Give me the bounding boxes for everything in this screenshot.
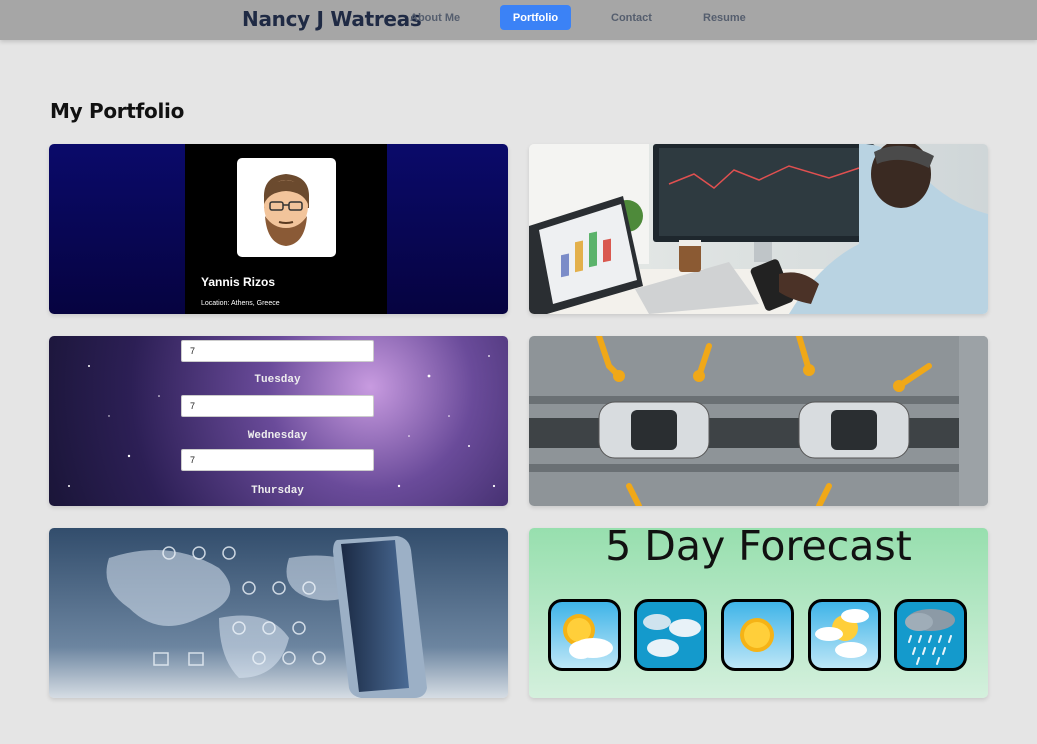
portfolio-card-profile[interactable]: Yannis Rizos Location: Athens, Greece — [49, 144, 508, 314]
avatar — [237, 158, 336, 257]
portfolio-card-analytics[interactable] — [529, 144, 988, 314]
planner-hour-input[interactable]: 7 — [181, 340, 374, 362]
planner-hour-input[interactable]: 7 — [181, 449, 374, 471]
profile-name: Yannis Rizos — [201, 275, 276, 289]
portfolio-card-planner[interactable]: 7 Tuesday 7 Wednesday 7 Thursday — [49, 336, 508, 506]
forecast-title: 5 Day Forecast — [605, 528, 912, 570]
sunny-cloud-icon — [548, 599, 621, 671]
nav-link-portfolio[interactable]: Portfolio — [500, 5, 571, 30]
rain-icon — [894, 599, 967, 671]
profile-location: Location: Athens, Greece — [201, 300, 280, 307]
portfolio-card-digital[interactable] — [49, 528, 508, 698]
planner-hour-input[interactable]: 7 — [181, 395, 374, 417]
planner-day-label: Tuesday — [254, 374, 301, 386]
factory-robots-image — [529, 336, 988, 506]
profile-panel: Yannis Rizos Location: Athens, Greece — [185, 144, 387, 314]
page-title: My Portfolio — [50, 99, 185, 123]
cloudy-icon — [634, 599, 707, 671]
avatar-illustration-icon — [263, 174, 310, 246]
nav-link-about[interactable]: About Me — [410, 12, 460, 24]
navbar: Nancy J Watreas About Me Portfolio Conta… — [0, 0, 1037, 40]
sun-icon — [721, 599, 794, 671]
office-analytics-image — [529, 144, 988, 314]
planner-day-label: Thursday — [251, 485, 304, 497]
partly-sunny-icon — [808, 599, 881, 671]
digital-map-image — [49, 528, 508, 698]
planner-day-label: Wednesday — [247, 430, 308, 442]
nav-link-contact[interactable]: Contact — [611, 12, 652, 24]
portfolio-card-forecast[interactable]: 5 Day Forecast — [529, 528, 988, 698]
nav-link-resume[interactable]: Resume — [703, 12, 746, 24]
portfolio-card-factory[interactable] — [529, 336, 988, 506]
brand-name[interactable]: Nancy J Watreas — [242, 7, 422, 31]
